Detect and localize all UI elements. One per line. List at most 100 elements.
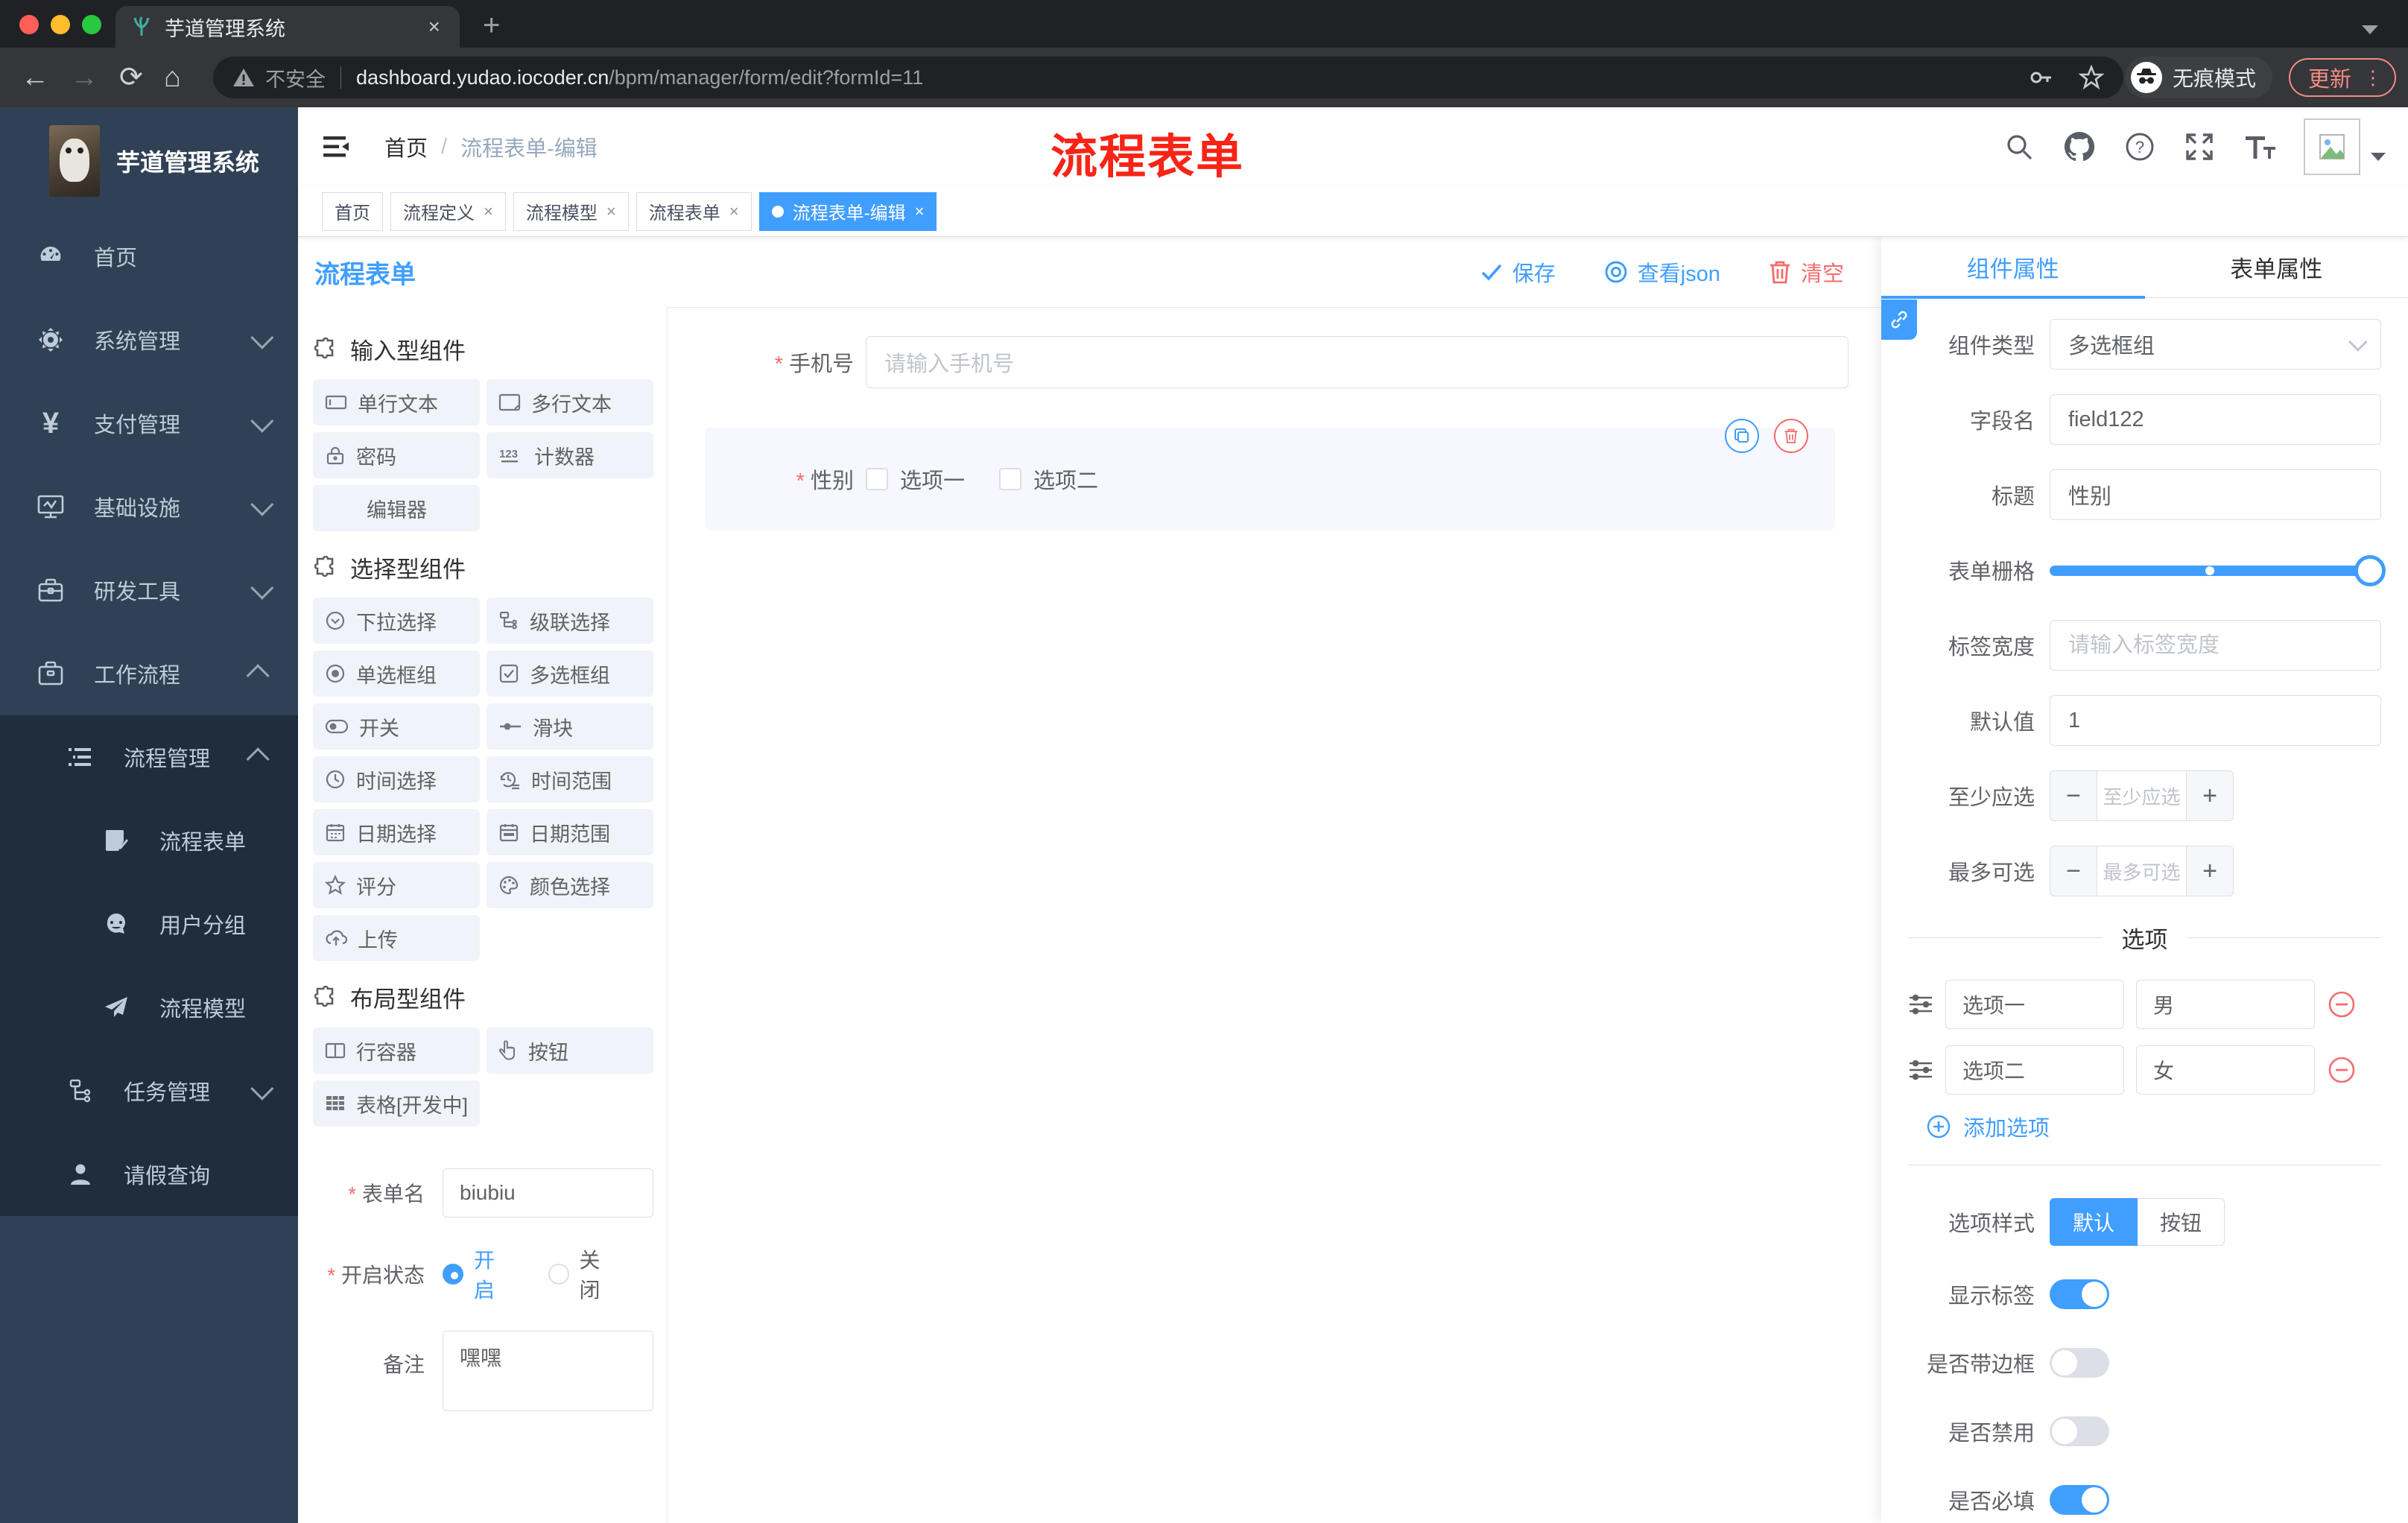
new-tab-button[interactable]: + <box>483 9 500 42</box>
reload-icon[interactable]: ⟳ <box>119 63 143 92</box>
font-size-icon[interactable] <box>2243 130 2277 163</box>
sidebar-item-home[interactable]: 首页 <box>0 215 298 298</box>
component-item-select[interactable]: 下拉选择 <box>313 598 480 644</box>
window-controls[interactable] <box>19 15 101 34</box>
status-radio-on[interactable]: 开启 <box>443 1244 508 1304</box>
style-button-button[interactable]: 按钮 <box>2138 1198 2225 1246</box>
component-item-slider[interactable]: 滑块 <box>487 703 653 750</box>
sidebar-item-payment[interactable]: ¥ 支付管理 <box>0 381 298 465</box>
increase-button[interactable]: + <box>2187 846 2233 896</box>
close-window-button[interactable] <box>19 15 39 34</box>
component-item-time-range[interactable]: 时间范围 <box>487 756 653 802</box>
component-item-row-container[interactable]: 行容器 <box>313 1028 480 1074</box>
form-grid-slider[interactable] <box>2050 545 2386 595</box>
component-item-time-picker[interactable]: 时间选择 <box>313 756 480 802</box>
close-tab-icon[interactable]: × <box>424 15 445 39</box>
gender-checkbox-2[interactable]: 选项二 <box>999 463 1098 495</box>
tab-component-props[interactable]: 组件属性 <box>1881 237 2145 299</box>
sidebar-item-user-group[interactable]: 用户分组 <box>0 882 298 966</box>
min-select-value[interactable]: 至少应选 <box>2097 771 2187 820</box>
drag-handle-icon[interactable] <box>1908 1059 1933 1081</box>
component-type-select[interactable]: 多选框组 <box>2050 319 2381 370</box>
delete-component-button[interactable] <box>1774 419 1808 453</box>
link-badge[interactable] <box>1881 300 1917 340</box>
search-icon[interactable] <box>2003 130 2035 163</box>
form-name-input[interactable] <box>443 1168 653 1218</box>
clear-button[interactable]: 清空 <box>1768 256 1844 288</box>
component-item-button[interactable]: 按钮 <box>487 1028 653 1074</box>
browser-tab[interactable]: 芋道管理系统 × <box>115 6 460 48</box>
close-tag-icon[interactable]: × <box>729 202 739 221</box>
github-icon[interactable] <box>2062 130 2097 164</box>
home-icon[interactable]: ⌂ <box>164 63 181 92</box>
copy-component-button[interactable] <box>1725 419 1759 453</box>
bookmark-star-icon[interactable] <box>2079 65 2104 90</box>
component-item-rate[interactable]: 评分 <box>313 862 480 908</box>
tab-form-props[interactable]: 表单属性 <box>2145 237 2408 297</box>
sidebar-item-system[interactable]: 系统管理 <box>0 298 298 381</box>
tab-overflow-icon[interactable] <box>2362 25 2378 34</box>
avatar-dropdown-icon[interactable] <box>2371 152 2386 161</box>
component-item-cascader[interactable]: 级联选择 <box>487 598 653 644</box>
sidebar-item-process-model[interactable]: 流程模型 <box>0 966 298 1049</box>
max-select-value[interactable]: 最多可选 <box>2097 846 2187 896</box>
component-item-checkbox-group[interactable]: 多选框组 <box>487 650 653 697</box>
close-tag-icon[interactable]: × <box>915 202 925 221</box>
close-tag-icon[interactable]: × <box>606 202 616 221</box>
label-width-input[interactable] <box>2050 620 2381 671</box>
tag-process-form[interactable]: 流程表单 × <box>636 191 752 231</box>
decrease-button[interactable]: − <box>2050 771 2097 820</box>
canvas-field-phone[interactable]: 手机号 请输入手机号 <box>668 336 1848 388</box>
forward-icon[interactable]: → <box>70 63 98 92</box>
component-item-switch[interactable]: 开关 <box>313 703 480 750</box>
view-json-button[interactable]: 查看json <box>1603 256 1720 288</box>
border-switch[interactable] <box>2050 1348 2109 1378</box>
browser-update-button[interactable]: 更新 ⋮ <box>2288 58 2396 97</box>
field-name-input[interactable] <box>2050 394 2381 445</box>
title-input[interactable] <box>2050 469 2381 520</box>
gender-checkbox-1[interactable]: 选项一 <box>866 463 965 495</box>
sidebar-item-leave-query[interactable]: 请假查询 <box>0 1133 298 1216</box>
show-label-switch[interactable] <box>2050 1279 2109 1309</box>
component-item-table[interactable]: 表格[开发中] <box>313 1080 480 1127</box>
save-button[interactable]: 保存 <box>1480 256 1556 288</box>
component-item-editor[interactable]: 编辑器 <box>313 485 480 531</box>
password-key-icon[interactable] <box>2028 65 2053 90</box>
fullscreen-icon[interactable] <box>2183 130 2216 163</box>
close-tag-icon[interactable]: × <box>484 202 493 221</box>
component-item-single-line-text[interactable]: 单行文本 <box>313 379 480 425</box>
default-value-input[interactable] <box>2050 695 2381 746</box>
slider-handle[interactable] <box>2354 555 2386 586</box>
sidebar-item-process-form[interactable]: 流程表单 <box>0 799 298 882</box>
browser-menu-icon[interactable]: ⋮ <box>2363 66 2383 89</box>
remove-option-button[interactable] <box>2327 990 2357 1019</box>
help-icon[interactable]: ? <box>2123 130 2156 163</box>
component-item-date-picker[interactable]: 日期选择 <box>313 809 480 855</box>
form-canvas[interactable]: 手机号 请输入手机号 性别 选项一 选项二 <box>667 307 1881 1523</box>
back-icon[interactable]: ← <box>21 63 49 92</box>
option-label-input[interactable] <box>1945 1045 2124 1095</box>
sidebar-item-workflow[interactable]: 工作流程 <box>0 632 298 715</box>
sidebar-item-process-mgmt[interactable]: 流程管理 <box>0 715 298 799</box>
increase-button[interactable]: + <box>2187 771 2233 820</box>
add-option-button[interactable]: 添加选项 <box>1926 1111 2381 1142</box>
remove-option-button[interactable] <box>2327 1055 2357 1085</box>
component-item-multi-line-text[interactable]: 多行文本 <box>487 379 653 425</box>
component-item-counter[interactable]: 123 计数器 <box>487 432 653 478</box>
minimize-window-button[interactable] <box>51 15 70 34</box>
style-default-button[interactable]: 默认 <box>2050 1198 2138 1246</box>
canvas-field-gender-selected[interactable]: 性别 选项一 选项二 <box>705 419 1835 530</box>
avatar[interactable] <box>2304 118 2360 175</box>
tag-process-definition[interactable]: 流程定义 × <box>390 191 506 231</box>
drag-handle-icon[interactable] <box>1908 993 1933 1016</box>
tag-home[interactable]: 首页 <box>322 191 383 231</box>
option-value-input[interactable] <box>2136 1045 2315 1095</box>
phone-input[interactable]: 请输入手机号 <box>866 336 1848 388</box>
sidebar-item-task-mgmt[interactable]: 任务管理 <box>0 1049 298 1133</box>
sidebar-item-devtools[interactable]: 研发工具 <box>0 548 298 632</box>
sidebar-item-infra[interactable]: 基础设施 <box>0 465 298 548</box>
security-warning-icon[interactable] <box>232 67 255 88</box>
remark-textarea[interactable]: 嘿嘿 <box>443 1331 653 1411</box>
decrease-button[interactable]: − <box>2050 846 2097 896</box>
tag-process-form-edit[interactable]: 流程表单-编辑 × <box>758 191 937 231</box>
